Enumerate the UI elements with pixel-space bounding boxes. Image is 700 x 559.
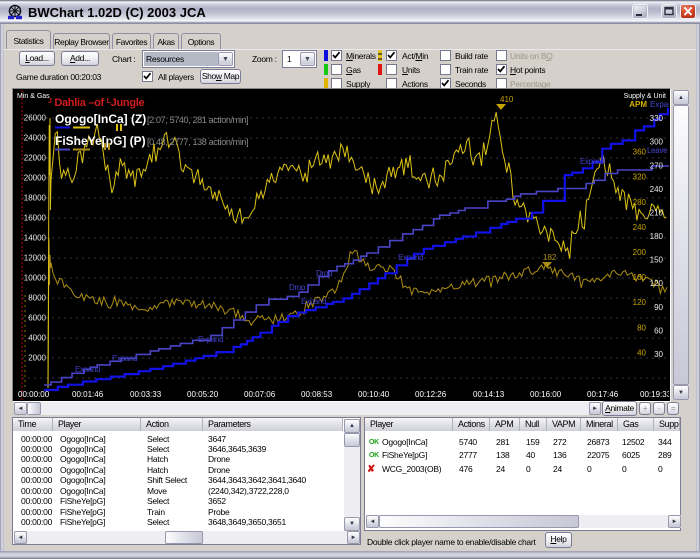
svg-text:4000: 4000 (28, 334, 46, 343)
svg-text:22000: 22000 (24, 154, 47, 163)
svg-text:240: 240 (650, 185, 664, 194)
svg-text:320: 320 (633, 173, 647, 182)
svg-text:182: 182 (543, 253, 557, 262)
svg-text:00:12:26: 00:12:26 (415, 390, 447, 399)
svg-text:14000: 14000 (24, 234, 47, 243)
svg-text:330: 330 (650, 114, 664, 123)
svg-text:120: 120 (650, 279, 664, 288)
svg-text:60: 60 (654, 326, 663, 335)
svg-text:90: 90 (654, 303, 663, 312)
svg-text:Min & Gas: Min & Gas (17, 93, 50, 100)
svg-text:120: 120 (633, 298, 647, 307)
svg-text:30: 30 (654, 350, 663, 359)
svg-text:Expand: Expand (398, 253, 423, 262)
svg-text:FiSheYe[pG] (P): FiSheYe[pG] (P) (55, 134, 146, 148)
svg-text:240: 240 (633, 223, 647, 232)
svg-text:200: 200 (633, 248, 647, 257)
svg-text:40: 40 (637, 348, 646, 357)
svg-text:410: 410 (500, 95, 514, 104)
svg-text:150: 150 (650, 256, 664, 265)
svg-text:210: 210 (650, 208, 664, 217)
svg-text:20000: 20000 (24, 174, 47, 183)
svg-text:6000: 6000 (28, 314, 46, 323)
svg-text:00:10:40: 00:10:40 (358, 390, 390, 399)
svg-text:00:14:13: 00:14:13 (473, 390, 505, 399)
svg-text:Expand: Expand (112, 354, 137, 363)
svg-text:Expand: Expand (198, 335, 223, 344)
svg-text:2000: 2000 (28, 354, 46, 363)
svg-text:8000: 8000 (28, 294, 46, 303)
svg-text:Drop: Drop (316, 269, 333, 278)
svg-text:360: 360 (633, 148, 647, 157)
svg-text:J Dahlia –of LJungle: J Dahlia –of LJungle (48, 97, 145, 109)
svg-text:[0.48, 2777, 138 action/min]: [0.48, 2777, 138 action/min] (147, 137, 248, 147)
svg-text:16000: 16000 (24, 214, 47, 223)
svg-text:Drop: Drop (289, 283, 306, 292)
svg-text:12000: 12000 (24, 254, 47, 263)
svg-text:160: 160 (633, 273, 647, 282)
svg-text:00:01:46: 00:01:46 (72, 390, 104, 399)
svg-text:Leave: Leave (647, 146, 668, 155)
svg-text:Expand: Expand (580, 157, 605, 166)
svg-text:Expand: Expand (301, 297, 326, 306)
svg-text:00:00:00: 00:00:00 (18, 390, 50, 399)
svg-text:00:19:33: 00:19:33 (640, 390, 669, 399)
svg-text:Expand: Expand (75, 365, 100, 374)
svg-text:00:16:00: 00:16:00 (530, 390, 562, 399)
svg-text:18000: 18000 (24, 194, 47, 203)
svg-text:80: 80 (637, 323, 646, 332)
svg-text:26000: 26000 (24, 114, 47, 123)
svg-text:00:03:33: 00:03:33 (130, 390, 162, 399)
svg-text:Supply & Unit: Supply & Unit (624, 93, 666, 100)
svg-text:180: 180 (650, 232, 664, 241)
svg-text:00:07:06: 00:07:06 (244, 390, 276, 399)
svg-text:10000: 10000 (24, 274, 47, 283)
svg-text:APM: APM (629, 100, 647, 109)
svg-text:00:17:46: 00:17:46 (587, 390, 619, 399)
svg-text:24000: 24000 (24, 134, 47, 143)
svg-text:270: 270 (650, 161, 664, 170)
svg-text:280: 280 (633, 198, 647, 207)
svg-text:00:05:20: 00:05:20 (187, 390, 219, 399)
svg-text:Expand: Expand (650, 100, 669, 109)
svg-text:00:08:53: 00:08:53 (301, 390, 333, 399)
svg-text:Ogogo[InCa] (Z): Ogogo[InCa] (Z) (55, 112, 146, 126)
svg-text:[2.07, 5740, 281 action/min]: [2.07, 5740, 281 action/min] (147, 115, 248, 125)
